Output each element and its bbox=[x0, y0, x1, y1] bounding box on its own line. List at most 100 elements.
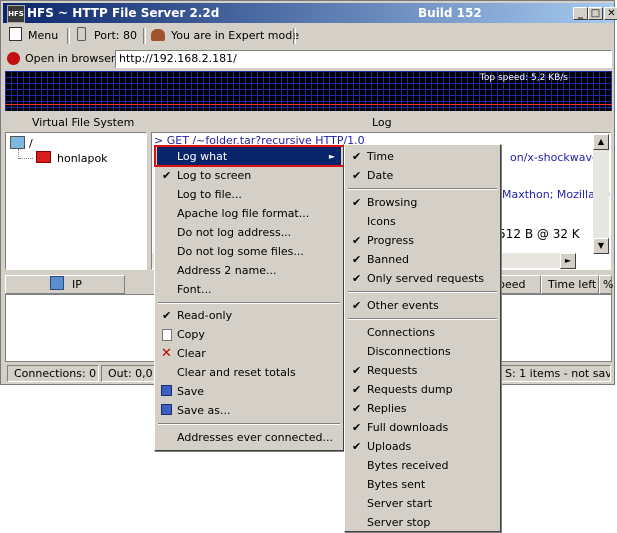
submenu-item-date[interactable]: ✔ Date bbox=[347, 166, 498, 185]
menu-item-label: Time bbox=[367, 150, 394, 163]
menu-item-label: Copy bbox=[177, 328, 205, 341]
submenu-item-full-downloads[interactable]: ✔ Full downloads bbox=[347, 418, 498, 437]
menu-item-save-as[interactable]: Save as... bbox=[157, 401, 341, 420]
hfs-app-icon: HFS bbox=[7, 5, 25, 23]
menu-item-do-not-log-files[interactable]: Do not log some files... bbox=[157, 242, 341, 261]
menu-item-label: Server stop bbox=[367, 516, 431, 529]
vfs-tree[interactable]: / honlapok bbox=[5, 132, 147, 270]
menu-item-label: Save bbox=[177, 385, 205, 398]
menu-item-log-to-file[interactable]: Log to file... bbox=[157, 185, 341, 204]
menu-button[interactable]: Menu bbox=[9, 27, 58, 45]
check-icon: ✔ bbox=[352, 364, 362, 377]
copy-icon bbox=[162, 329, 172, 341]
menu-item-label: Clear bbox=[177, 347, 206, 360]
scroll-up-icon[interactable]: ▲ bbox=[593, 134, 609, 150]
check-icon: ✔ bbox=[352, 421, 362, 434]
url-field[interactable]: http://192.168.2.181/ bbox=[115, 50, 612, 68]
tree-connector bbox=[19, 158, 33, 159]
highlight-box bbox=[154, 145, 346, 167]
submenu-item-bytes-received[interactable]: Bytes received bbox=[347, 456, 498, 475]
menu-item-label: Banned bbox=[367, 253, 409, 266]
check-icon: ✔ bbox=[162, 309, 172, 322]
menu-item-label: Clear and reset totals bbox=[177, 366, 296, 379]
submenu-item-time[interactable]: ✔ Time bbox=[347, 147, 498, 166]
check-icon: ✔ bbox=[352, 196, 362, 209]
status-out: Out: 0,0 bbox=[101, 365, 157, 382]
plug-icon bbox=[77, 27, 86, 41]
menu-item-font[interactable]: Font... bbox=[157, 280, 341, 299]
check-icon: ✔ bbox=[352, 402, 362, 415]
check-icon: ✔ bbox=[352, 383, 362, 396]
submenu-item-banned[interactable]: ✔ Banned bbox=[347, 250, 498, 269]
log-line: - 512 B @ 32 K bbox=[490, 227, 580, 241]
submenu-item-server-start[interactable]: Server start bbox=[347, 494, 498, 513]
submenu-item-requests[interactable]: ✔ Requests bbox=[347, 361, 498, 380]
submenu-item-browsing[interactable]: ✔ Browsing bbox=[347, 193, 498, 212]
menu-item-label: Save as... bbox=[177, 404, 231, 417]
tree-item[interactable]: honlapok bbox=[36, 151, 108, 165]
log-context-menu: Log what ► ✔ Log to screen Log to file...… bbox=[154, 144, 344, 451]
menu-item-read-only[interactable]: ✔ Read-only bbox=[157, 306, 341, 325]
submenu-item-disconnections[interactable]: Disconnections bbox=[347, 342, 498, 361]
check-icon: ✔ bbox=[352, 169, 362, 182]
menu-item-clear[interactable]: ✕ Clear bbox=[157, 344, 341, 363]
title-bar: HFS HFS ~ HTTP File Server 2.2d Build 15… bbox=[3, 3, 617, 23]
window-title: HFS ~ HTTP File Server 2.2d bbox=[27, 6, 220, 20]
port-button[interactable]: Port: 80 bbox=[77, 27, 137, 45]
submenu-item-requests-dump[interactable]: ✔ Requests dump bbox=[347, 380, 498, 399]
scroll-right-icon[interactable]: ► bbox=[560, 253, 576, 269]
expert-mode-button[interactable]: You are in Expert mode bbox=[151, 27, 299, 45]
menu-item-copy[interactable]: Copy bbox=[157, 325, 341, 344]
minimize-button[interactable]: _ bbox=[573, 7, 588, 20]
menu-item-label: Date bbox=[367, 169, 394, 182]
menu-item-label: Apache log file format... bbox=[177, 207, 310, 220]
menu-item-label: Read-only bbox=[177, 309, 233, 322]
submenu-item-uploads[interactable]: ✔ Uploads bbox=[347, 437, 498, 456]
network-icon bbox=[50, 276, 64, 290]
close-button[interactable]: ✕ bbox=[604, 7, 617, 20]
maximize-button[interactable]: □ bbox=[588, 7, 603, 20]
menu-item-address-2-name[interactable]: Address 2 name... bbox=[157, 261, 341, 280]
menu-item-apache-format[interactable]: Apache log file format... bbox=[157, 204, 341, 223]
toolbar-separator bbox=[293, 28, 296, 44]
open-in-browser-button[interactable]: Open in browser bbox=[7, 50, 115, 68]
status-items: S: 1 items - not save bbox=[498, 365, 611, 382]
vfs-header: Virtual File System bbox=[32, 116, 135, 129]
tree-root-label: / bbox=[29, 137, 33, 150]
menu-item-label: Only served requests bbox=[367, 272, 485, 285]
menu-item-label: Do not log address... bbox=[177, 226, 292, 239]
menu-item-save[interactable]: Save bbox=[157, 382, 341, 401]
menu-item-do-not-log-address[interactable]: Do not log address... bbox=[157, 223, 341, 242]
submenu-item-replies[interactable]: ✔ Replies bbox=[347, 399, 498, 418]
column-ip-label: IP bbox=[72, 278, 82, 291]
tree-item-label: honlapok bbox=[57, 152, 108, 165]
menu-item-label: Bytes received bbox=[367, 459, 449, 472]
submenu-item-progress[interactable]: ✔ Progress bbox=[347, 231, 498, 250]
status-connections: Connections: 0 bbox=[7, 365, 99, 382]
check-icon: ✔ bbox=[352, 150, 362, 163]
menu-separator bbox=[348, 318, 497, 320]
menu-item-log-to-screen[interactable]: ✔ Log to screen bbox=[157, 166, 341, 185]
column-ip[interactable]: IP bbox=[5, 275, 125, 294]
menu-item-addresses-ever-connected[interactable]: Addresses ever connected... bbox=[157, 428, 341, 447]
column-percent[interactable]: % bbox=[599, 275, 613, 294]
submenu-item-only-served[interactable]: ✔ Only served requests bbox=[347, 269, 498, 288]
submenu-item-other-events[interactable]: ✔ Other events bbox=[347, 296, 498, 315]
tree-root[interactable]: / bbox=[10, 136, 33, 150]
home-icon bbox=[10, 136, 25, 149]
column-time-left[interactable]: Time left bbox=[541, 275, 599, 294]
menu-item-label: Progress bbox=[367, 234, 414, 247]
menu-item-clear-reset-totals[interactable]: Clear and reset totals bbox=[157, 363, 341, 382]
menu-separator bbox=[348, 188, 497, 190]
log-vertical-scrollbar[interactable]: ▲ ▼ bbox=[593, 134, 609, 254]
submenu-item-connections[interactable]: Connections bbox=[347, 323, 498, 342]
menu-item-label: Connections bbox=[367, 326, 435, 339]
submenu-item-bytes-sent[interactable]: Bytes sent bbox=[347, 475, 498, 494]
scroll-down-icon[interactable]: ▼ bbox=[593, 238, 609, 254]
build-label: Build 152 bbox=[418, 6, 482, 20]
floppy-icon bbox=[161, 385, 172, 396]
menu-item-label: Log to screen bbox=[177, 169, 252, 182]
menu-item-label: Log to file... bbox=[177, 188, 242, 201]
submenu-item-server-stop[interactable]: Server stop bbox=[347, 513, 498, 532]
submenu-item-icons[interactable]: Icons bbox=[347, 212, 498, 231]
